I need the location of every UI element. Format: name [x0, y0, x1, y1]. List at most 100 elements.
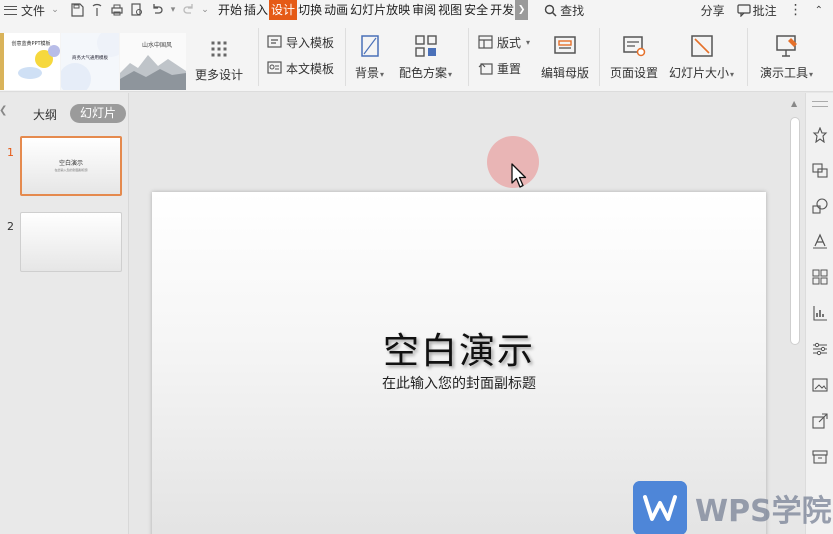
thumbnail-subtitle: 在此输入您的封面副标题 [54, 168, 88, 172]
slide-number: 1 [7, 146, 14, 159]
slide-master-icon [554, 36, 576, 54]
chevron-down-icon: ▾ [448, 70, 453, 79]
file-menu-label: 文件 [21, 3, 46, 18]
file-menu[interactable]: 文件 ⌄ [0, 0, 67, 20]
chevron-down-icon: ▾ [809, 70, 814, 79]
this-template-label: 本文模板 [286, 62, 335, 76]
template-thumbnail-3[interactable]: 山水中国风 [120, 33, 186, 90]
slide-number: 2 [7, 220, 14, 233]
tab-home[interactable]: 开始 [217, 0, 243, 20]
mouse-cursor-icon [511, 163, 527, 188]
tab-design[interactable]: 设计 [269, 0, 298, 20]
tab-animations[interactable]: 动画 [323, 0, 349, 20]
shapes-icon[interactable] [812, 198, 828, 214]
image-icon[interactable] [812, 377, 828, 393]
slide-title[interactable]: 空白演示 [152, 322, 766, 374]
slide-size-button[interactable]: 幻灯片大小▾ [669, 34, 734, 81]
tab-review[interactable]: 审阅 [411, 0, 437, 20]
template-thumbnail-2[interactable]: 商务大气通用模板 [61, 33, 119, 90]
redo-icon[interactable] [179, 0, 199, 20]
slide-thumbnail-2[interactable] [20, 212, 122, 272]
thumbnail-title: 空白演示 [58, 160, 83, 167]
share-out-icon[interactable] [812, 413, 828, 429]
search-button[interactable]: 查找 [544, 2, 584, 19]
color-scheme-label: 配色方案 [399, 66, 448, 80]
presentation-tools-label: 演示工具 [760, 66, 809, 80]
edit-master-label: 编辑母版 [541, 66, 590, 80]
presentation-tools-button[interactable]: 演示工具▾ [760, 34, 813, 81]
scroll-up-icon[interactable]: ▲ [791, 99, 797, 108]
share-button[interactable]: 分享 [701, 2, 725, 19]
chevron-down-icon: ▾ [730, 70, 735, 79]
more-design-button[interactable]: 更多设计 [195, 40, 243, 83]
tab-view[interactable]: 视图 [437, 0, 463, 20]
layout-label: 版式 [497, 36, 522, 50]
grid-icon [211, 41, 227, 57]
comment-button[interactable]: 批注 [736, 2, 777, 19]
template-preview-landscape: 山水中国风 [120, 33, 186, 90]
tab-developer[interactable]: 开发 [489, 0, 515, 20]
import-template-button[interactable]: 导入模板 [267, 34, 334, 51]
tab-security[interactable]: 安全 [463, 0, 489, 20]
tab-slideshow[interactable]: 幻灯片放映 [349, 0, 411, 20]
chevron-down-icon: ⌄ [51, 5, 59, 15]
import-template-icon [267, 35, 282, 48]
text-style-icon[interactable] [812, 233, 828, 249]
ribbon: 创意蓝黄PPT模板 商务大气通用模板 山水中国风 更多设计 导入模板 本文模板 [0, 20, 833, 92]
scrollbar-thumb[interactable] [790, 117, 800, 345]
reset-icon [478, 63, 493, 75]
color-scheme-icon [414, 35, 437, 57]
color-scheme-button[interactable]: 配色方案▾ [399, 34, 452, 81]
tabs-overflow-button[interactable]: ❯ [515, 0, 529, 20]
slide-panel: ❮ 大纲 幻灯片 1 空白演示 在此输入您的封面副标题 2 [0, 93, 129, 534]
reset-label: 重置 [497, 62, 522, 76]
menu-bar: 文件 ⌄ ▾ ⌄ 开始 插入 设计 切换 动画 幻灯片放映 审阅 视图 安全 开… [0, 0, 833, 20]
panel-tabs: ❮ 大纲 幻灯片 [0, 104, 129, 124]
collapse-panel-icon[interactable]: ❮ [0, 105, 7, 116]
presentation-tools-icon [775, 35, 797, 57]
hamburger-icon [4, 5, 17, 15]
slide-size-label: 幻灯片大小 [669, 66, 730, 80]
collapse-ribbon-icon[interactable]: ⌃ [815, 5, 823, 16]
tab-transitions[interactable]: 切换 [297, 0, 323, 20]
undo-dropdown-icon[interactable]: ▾ [167, 0, 179, 20]
page-setup-label: 页面设置 [610, 66, 659, 80]
replace-icon[interactable] [812, 163, 828, 179]
slide-thumbnail-1[interactable]: 空白演示 在此输入您的封面副标题 [20, 136, 122, 196]
tab-slides[interactable]: 幻灯片 [70, 104, 126, 123]
template-thumbnail-1[interactable]: 创意蓝黄PPT模板 [0, 33, 60, 90]
undo-icon[interactable] [147, 0, 167, 20]
chart-icon[interactable] [812, 305, 828, 321]
pin-icon[interactable] [812, 127, 828, 143]
tab-insert[interactable]: 插入 [243, 0, 269, 20]
right-sidebar [805, 93, 833, 534]
apps-icon[interactable] [812, 269, 828, 285]
print-preview-icon[interactable] [127, 0, 147, 20]
more-options-icon[interactable]: ⋮ [789, 2, 803, 18]
chevron-down-icon: ▾ [526, 38, 531, 47]
background-icon [360, 35, 379, 57]
tab-outline[interactable]: 大纲 [33, 106, 57, 123]
adjust-icon[interactable] [812, 341, 828, 357]
page-setup-icon [623, 36, 646, 57]
edit-master-button[interactable]: 编辑母版 [541, 34, 589, 81]
slide-subtitle[interactable]: 在此输入您的封面副标题 [152, 373, 766, 393]
print-icon[interactable] [107, 0, 127, 20]
save-icon[interactable] [67, 0, 87, 20]
format-painter-icon[interactable] [87, 0, 107, 20]
layout-button[interactable]: 版式 ▾ [478, 34, 530, 51]
template-preview-blue-yellow: 创意蓝黄PPT模板 [0, 33, 60, 90]
background-button[interactable]: 背景▾ [355, 34, 384, 81]
search-label: 查找 [560, 3, 585, 18]
comment-icon [736, 3, 751, 17]
vertical-scrollbar[interactable]: ▲ [787, 93, 805, 534]
page-setup-button[interactable]: 页面设置 [610, 34, 658, 81]
comment-label: 批注 [752, 3, 777, 18]
layout-icon [478, 35, 493, 49]
customize-toolbar-icon[interactable]: ⌄ [199, 0, 211, 20]
archive-icon[interactable] [812, 449, 828, 465]
this-template-button[interactable]: 本文模板 [267, 60, 334, 77]
ribbon-divider [258, 28, 259, 86]
reset-button[interactable]: 重置 [478, 60, 521, 77]
slide-canvas: 空白演示 在此输入您的封面副标题 [130, 93, 787, 534]
